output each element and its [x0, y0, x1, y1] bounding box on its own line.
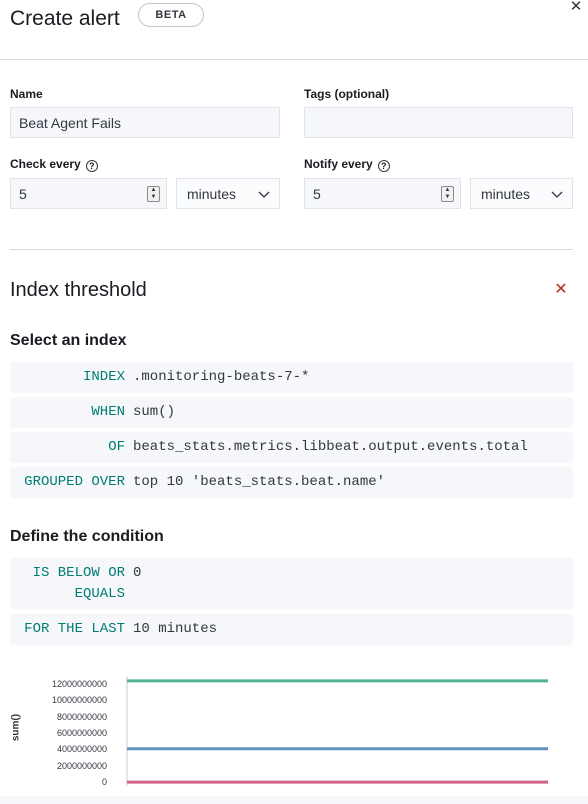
threshold-preview-chart: [126, 676, 548, 786]
when-keyword: WHEN: [91, 404, 125, 420]
section-divider: [10, 249, 573, 250]
notify-every-unit-value: minutes: [481, 185, 531, 202]
threshold-value: 0: [133, 565, 142, 581]
check-every-label-text: Check every: [10, 157, 81, 171]
select-index-heading: Select an index: [10, 332, 127, 349]
name-input-value: Beat Agent Fails: [19, 114, 121, 131]
check-every-unit-select[interactable]: minutes: [176, 178, 280, 209]
number-stepper-icon[interactable]: ▲ ▼: [147, 186, 160, 202]
delete-threshold-icon[interactable]: ✕: [553, 282, 569, 298]
name-label: Name: [10, 87, 43, 101]
index-keyword: INDEX: [82, 369, 125, 385]
is-below-keyword: IS BELOW OR: [32, 565, 125, 581]
footer-strip: [0, 796, 588, 804]
tags-input[interactable]: [304, 107, 573, 138]
notify-every-value: 5: [313, 185, 321, 202]
threshold-expression[interactable]: IS BELOW OR EQUALS 0: [10, 558, 573, 609]
notify-every-label: Notify every?: [304, 157, 390, 172]
index-value: .monitoring-beats-7-*: [133, 369, 310, 385]
for-the-last-value: 10 minutes: [133, 621, 218, 637]
for-the-last-keyword: FOR THE LAST: [24, 621, 125, 637]
when-expression[interactable]: WHEN sum(): [10, 397, 573, 428]
question-circle-icon[interactable]: ?: [377, 160, 390, 172]
notify-every-unit-select[interactable]: minutes: [470, 178, 573, 209]
flyout-title: Create alert: [10, 7, 120, 30]
of-expression[interactable]: OF beats_stats.metrics.libbeat.output.ev…: [10, 432, 573, 463]
check-every-value: 5: [19, 185, 27, 202]
notify-every-label-text: Notify every: [304, 157, 373, 171]
grouped-over-keyword: GROUPED OVER: [24, 474, 125, 490]
of-value: beats_stats.metrics.libbeat.output.event…: [133, 439, 528, 455]
grouped-over-expression[interactable]: GROUPED OVER top 10 'beats_stats.beat.na…: [10, 467, 573, 498]
question-circle-icon[interactable]: ?: [85, 160, 98, 172]
name-input[interactable]: Beat Agent Fails: [10, 107, 280, 138]
beta-badge: BETA: [138, 3, 204, 27]
define-condition-heading: Define the condition: [10, 528, 164, 545]
index-threshold-title: Index threshold: [10, 279, 147, 301]
notify-every-input[interactable]: 5 ▲ ▼: [304, 178, 461, 209]
check-every-label: Check every?: [10, 157, 98, 172]
close-icon[interactable]: ✕: [568, 0, 584, 15]
number-stepper-icon[interactable]: ▲ ▼: [441, 186, 454, 202]
index-expression[interactable]: INDEX .monitoring-beats-7-*: [10, 362, 573, 393]
header-divider: [0, 59, 588, 60]
tags-label: Tags (optional): [304, 87, 390, 101]
of-keyword: OF: [108, 439, 125, 455]
when-value: sum(): [133, 404, 176, 420]
check-every-unit-value: minutes: [187, 185, 237, 202]
for-the-last-expression[interactable]: FOR THE LAST 10 minutes: [10, 614, 573, 645]
chevron-down-icon: [258, 191, 270, 198]
equals-keyword: EQUALS: [74, 586, 125, 602]
check-every-input[interactable]: 5 ▲ ▼: [10, 178, 167, 209]
chevron-down-icon: [551, 191, 563, 198]
grouped-over-value: top 10 'beats_stats.beat.name': [133, 474, 386, 490]
